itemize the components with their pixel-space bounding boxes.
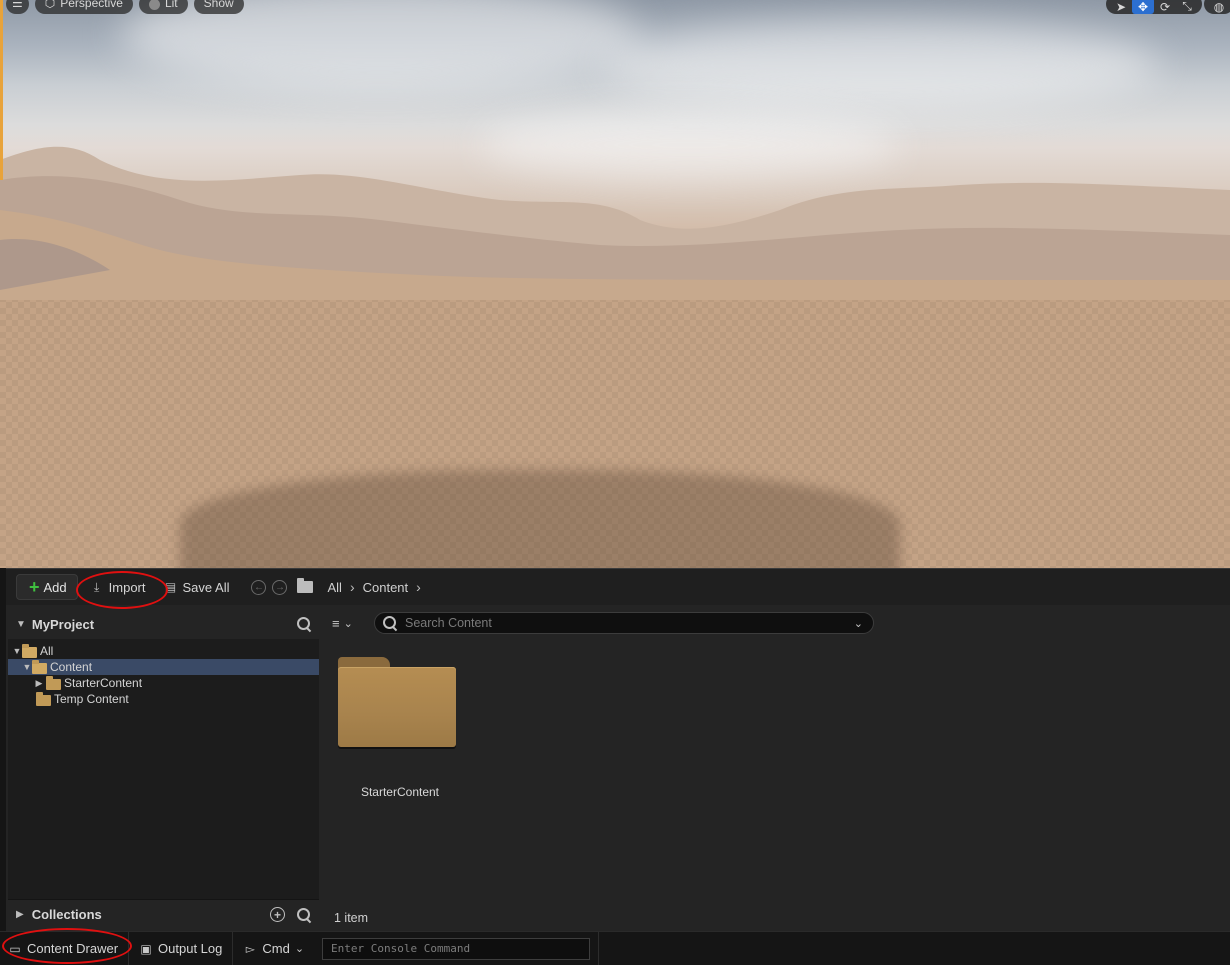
import-icon: ⤓ <box>94 579 100 594</box>
folder-icon <box>338 657 458 749</box>
tree-item-label: StarterContent <box>64 676 143 690</box>
dunes-terrain <box>0 146 1230 300</box>
collections-header[interactable]: ▶ Collections + <box>8 899 319 929</box>
scale-icon[interactable]: ⤡ <box>1176 0 1198 14</box>
folder-icon <box>46 675 61 690</box>
perspective-label: Perspective <box>60 0 123 10</box>
chevron-down-icon[interactable]: ⌄ <box>854 617 863 630</box>
rotate-icon[interactable]: ⟳ <box>1154 0 1176 14</box>
tree-item-label: Content <box>50 660 93 674</box>
add-label: Add <box>43 579 67 595</box>
filter-button[interactable]: ≡ ⌄ <box>332 616 366 631</box>
project-name: MyProject <box>31 616 95 632</box>
terminal-icon: ▻ <box>245 941 255 956</box>
collapse-triangle-icon[interactable]: ▼ <box>16 619 26 630</box>
globe-icon[interactable]: ◍ <box>1208 0 1230 14</box>
import-label: Import <box>108 579 146 595</box>
cube-icon: ⬡ <box>44 0 56 10</box>
divider <box>598 931 600 965</box>
tree-item-all[interactable]: ▼ All <box>8 643 319 659</box>
chevron-right-icon[interactable]: › <box>416 579 421 595</box>
search-icon <box>383 616 397 630</box>
object-shadow <box>180 470 900 568</box>
perspective-button[interactable]: ⬡ Perspective <box>34 0 133 14</box>
forward-arrow-icon[interactable]: → <box>272 579 288 595</box>
tree-item-label: Temp Content <box>54 692 129 706</box>
cmd-label: Cmd <box>262 941 290 956</box>
content-drawer-icon: ▭ <box>9 941 21 956</box>
add-button[interactable]: + Add <box>16 574 78 600</box>
tree-item-temp-content[interactable]: Temp Content <box>8 691 319 707</box>
show-label: Show <box>203 0 234 10</box>
content-drawer-button[interactable]: ▭ Content Drawer <box>0 931 130 965</box>
sources-header[interactable]: ▼ MyProject <box>8 609 319 639</box>
tree-item-startercontent[interactable]: ▶ StarterContent <box>8 675 319 691</box>
search-content-input[interactable] <box>405 616 846 630</box>
select-arrow-icon[interactable]: ➤ <box>1110 0 1132 14</box>
folder-open-icon <box>32 659 47 674</box>
expanded-triangle-icon[interactable]: ▼ <box>22 662 32 672</box>
save-all-label: Save All <box>182 579 230 595</box>
breadcrumb-item-content[interactable]: Content <box>363 580 409 595</box>
folder-open-icon <box>22 643 37 658</box>
expanded-triangle-icon[interactable]: ▼ <box>12 646 22 656</box>
breadcrumb-item-all[interactable]: All <box>327 580 341 595</box>
asset-label: StarterContent <box>360 785 440 799</box>
world-space-group: ◍ <box>1204 0 1230 14</box>
folder-icon <box>297 578 314 593</box>
content-browser-toolbar: + Add ⤓ Import ▤ Save All ← → All › Cont… <box>6 569 1230 605</box>
item-count: 1 item <box>334 911 369 925</box>
viewport-menu-button[interactable]: ☰ <box>6 0 29 14</box>
show-button[interactable]: Show <box>193 0 244 14</box>
transform-tools-group: ➤ ✥ ⟳ ⤡ <box>1106 0 1202 14</box>
tree-item-label: All <box>40 644 54 658</box>
lit-button[interactable]: Lit <box>138 0 188 14</box>
plus-icon: + <box>29 577 40 597</box>
sources-panel: ▼ MyProject ▼ All ▼ Content ▶ StarterCon… <box>8 609 319 929</box>
cmd-dropdown[interactable]: ▻ Cmd ⌄ <box>233 932 314 965</box>
chevron-right-icon[interactable]: › <box>350 579 355 595</box>
move-icon[interactable]: ✥ <box>1132 0 1154 14</box>
add-collection-icon[interactable]: + <box>270 907 285 922</box>
cloud <box>600 20 1160 110</box>
status-bar: ▭ Content Drawer ▣ Output Log ▻ Cmd ⌄ <box>0 931 1230 965</box>
level-viewport[interactable]: ☰ ⬡ Perspective Lit Show ➤ ✥ ⟳ ⤡ ◍ <box>0 0 1230 568</box>
asset-tile-startercontent[interactable]: StarterContent <box>338 657 458 799</box>
transform-toolbar: ➤ ✥ ⟳ ⤡ ◍ <box>1106 0 1230 14</box>
sphere-icon <box>148 0 160 10</box>
output-log-label: Output Log <box>158 941 223 956</box>
save-icon: ▤ <box>164 580 177 594</box>
breadcrumb: All › Content › <box>297 578 421 595</box>
viewport-accent-bar <box>0 0 3 180</box>
content-drawer-label: Content Drawer <box>27 941 119 956</box>
tree-item-content[interactable]: ▼ Content <box>8 659 319 675</box>
folder-icon <box>36 691 51 706</box>
asset-filter-bar: ≡ ⌄ ⌄ <box>332 612 874 634</box>
chevron-down-icon: ⌄ <box>294 943 305 955</box>
chevron-down-icon: ⌄ <box>343 617 353 630</box>
viewport-toolbar: ☰ ⬡ Perspective Lit Show <box>6 0 244 14</box>
content-browser: + Add ⤓ Import ▤ Save All ← → All › Cont… <box>6 568 1230 931</box>
collapsed-triangle-icon[interactable]: ▶ <box>34 678 44 689</box>
collapsed-triangle-icon[interactable]: ▶ <box>16 909 24 920</box>
hamburger-icon: ☰ <box>12 0 23 10</box>
output-log-button[interactable]: ▣ Output Log <box>129 931 234 965</box>
import-button[interactable]: ⤓ Import <box>84 574 152 600</box>
search-icon[interactable] <box>297 907 311 922</box>
save-all-button[interactable]: ▤ Save All <box>158 574 236 600</box>
back-arrow-icon[interactable]: ← <box>251 579 267 595</box>
console-command-input[interactable] <box>322 937 591 960</box>
asset-view: ≡ ⌄ ⌄ StarterContent 1 item <box>324 609 1230 929</box>
collections-label: Collections <box>31 907 102 922</box>
search-icon[interactable] <box>297 617 311 631</box>
lit-label: Lit <box>164 0 178 10</box>
search-content-box[interactable]: ⌄ <box>374 612 874 634</box>
output-log-icon: ▣ <box>140 941 152 956</box>
filter-icon: ≡ <box>332 615 340 631</box>
